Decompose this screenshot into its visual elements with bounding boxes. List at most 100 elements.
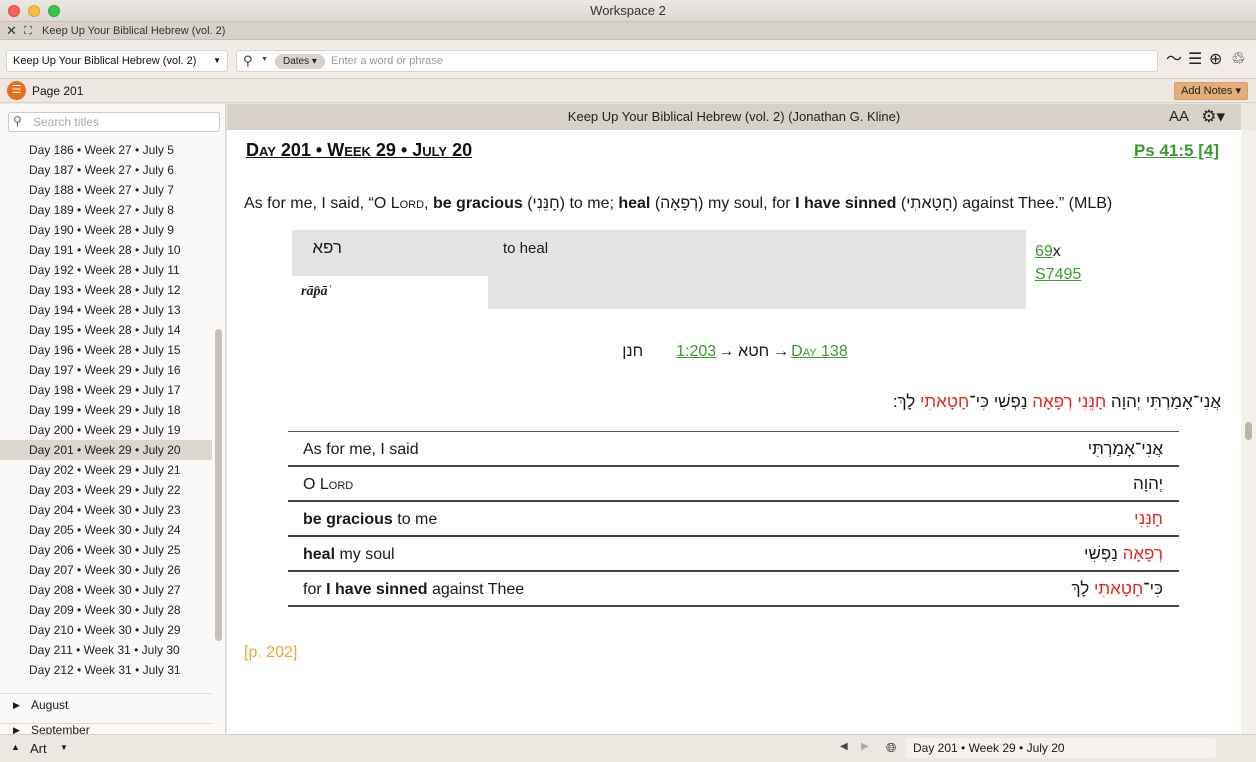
list-item[interactable]: Day 209 • Week 30 • July 28 bbox=[0, 600, 212, 620]
table-row: O Lord יְהוָה bbox=[288, 467, 1179, 502]
phrase-hebrew: חָנֵּנִי bbox=[1134, 509, 1163, 529]
list-item[interactable]: Day 190 • Week 28 • July 9 bbox=[0, 220, 212, 240]
text-size-icon[interactable]: AA bbox=[1169, 104, 1189, 130]
title-search-input[interactable] bbox=[33, 115, 213, 129]
previous-arrow-icon[interactable]: ◀ bbox=[840, 741, 848, 752]
triangle-up-icon[interactable]: ▲ bbox=[11, 742, 20, 752]
list-item[interactable]: Day 207 • Week 30 • July 26 bbox=[0, 560, 212, 580]
xref-link[interactable]: 1:203 bbox=[676, 343, 716, 360]
day-title: Day 201 • Week 29 • July 20 bbox=[246, 140, 473, 160]
close-tab-icon[interactable]: ✕ bbox=[6, 22, 17, 40]
table-of-contents-icon[interactable]: ☰ bbox=[7, 81, 26, 100]
xref-link[interactable]: Day 138 bbox=[791, 343, 848, 360]
phrase-english: for I have sinned against Thee bbox=[303, 581, 524, 599]
list-item[interactable]: Day 193 • Week 28 • July 12 bbox=[0, 280, 212, 300]
list-item[interactable]: Day 189 • Week 27 • July 8 bbox=[0, 200, 212, 220]
list-item[interactable]: Day 203 • Week 29 • July 22 bbox=[0, 480, 212, 500]
panel-selector[interactable]: Art bbox=[30, 741, 47, 756]
phrase-text: As for me, I said bbox=[303, 441, 419, 458]
search-icon[interactable]: ⚲ bbox=[243, 53, 253, 69]
phrase-table: As for me, I said אֲנִי־אָמַרְתִּי O Lor… bbox=[288, 431, 1179, 607]
month-row-august[interactable]: ▶ August bbox=[0, 693, 212, 715]
phrase-hebrew: יְהוָה bbox=[1133, 474, 1163, 494]
list-item[interactable]: Day 204 • Week 30 • July 23 bbox=[0, 500, 212, 520]
gear-icon[interactable]: ⚙▾ bbox=[1201, 104, 1225, 130]
phrase-bold: be gracious bbox=[303, 511, 393, 528]
list-item[interactable]: Day 192 • Week 28 • July 11 bbox=[0, 260, 212, 280]
list-item[interactable]: Day 202 • Week 29 • July 21 bbox=[0, 460, 212, 480]
scrollbar-thumb[interactable] bbox=[1245, 422, 1252, 440]
sidebar-scrollbar[interactable] bbox=[215, 329, 222, 641]
panel-tab-bar: ✕ ⛶ Keep Up Your Biblical Hebrew (vol. 2… bbox=[0, 22, 1256, 40]
title-search-box: ⚲ bbox=[8, 112, 220, 132]
panel-tab-title[interactable]: Keep Up Your Biblical Hebrew (vol. 2) bbox=[42, 22, 225, 40]
list-item[interactable]: Day 197 • Week 29 • July 16 bbox=[0, 360, 212, 380]
list-item[interactable]: Day 210 • Week 30 • July 29 bbox=[0, 620, 212, 640]
phrase-english: be gracious to me bbox=[303, 511, 437, 529]
table-row: be gracious to me חָנֵּנִי bbox=[288, 502, 1179, 537]
sidebar: ⚲ Day 186 • Week 27 • July 5Day 187 • We… bbox=[0, 104, 226, 734]
add-icon[interactable]: ⊕ bbox=[1209, 51, 1222, 69]
list-item[interactable]: Day 194 • Week 28 • July 13 bbox=[0, 300, 212, 320]
page-indicator: Page 201 bbox=[32, 84, 84, 98]
phrase-hebrew: אֲנִי־אָמַרְתִּי bbox=[1088, 439, 1163, 459]
list-item[interactable]: Day 186 • Week 27 • July 5 bbox=[0, 140, 212, 160]
list-item[interactable]: Day 199 • Week 29 • July 18 bbox=[0, 400, 212, 420]
window-titlebar: Workspace 2 bbox=[0, 0, 1256, 22]
list-item[interactable]: Day 211 • Week 31 • July 30 bbox=[0, 640, 212, 660]
strongs-link[interactable]: S7495 bbox=[1035, 266, 1081, 283]
reference-box[interactable]: Day 201 • Week 29 • July 20 bbox=[906, 738, 1216, 758]
list-view-icon[interactable]: ☰ bbox=[1188, 51, 1202, 69]
verse-bold: heal bbox=[618, 195, 651, 212]
page-number-marker: [p. 202] bbox=[244, 644, 298, 661]
list-item[interactable]: Day 206 • Week 30 • July 25 bbox=[0, 540, 212, 560]
list-item[interactable]: Day 198 • Week 29 • July 17 bbox=[0, 380, 212, 400]
list-item[interactable]: Day 187 • Week 27 • July 6 bbox=[0, 160, 212, 180]
search-input[interactable] bbox=[331, 53, 1131, 69]
arrow-right-icon: → bbox=[718, 343, 735, 360]
list-item[interactable]: Day 191 • Week 28 • July 10 bbox=[0, 240, 212, 260]
verse-text: (חָטָאתִי) against Thee.” (MLB) bbox=[896, 195, 1113, 212]
bottom-bar: ▲ Art ▼ ◀ ▶ 🌐︎ Day 201 • Week 29 • July … bbox=[0, 734, 1256, 762]
resource-select[interactable]: Keep Up Your Biblical Hebrew (vol. 2) ▼ bbox=[6, 50, 228, 72]
disclosure-triangle-icon[interactable]: ▶ bbox=[13, 724, 20, 734]
hebrew-verse: אֲנִי־אָמַרְתִּי יְהוָה חָנֵּנִי רְפָאָה… bbox=[893, 392, 1221, 412]
content-scrollbar[interactable] bbox=[1241, 130, 1256, 734]
toolbar: Keep Up Your Biblical Hebrew (vol. 2) ▼ … bbox=[0, 41, 1256, 79]
list-item[interactable]: Day 188 • Week 27 • July 7 bbox=[0, 180, 212, 200]
phrase-text: against Thee bbox=[427, 581, 525, 598]
lexeme-gloss: to heal bbox=[503, 240, 549, 257]
table-row: As for me, I said אֲנִי־אָמַרְתִּי bbox=[288, 432, 1179, 467]
verse-translation: As for me, I said, “O Lord, be gracious … bbox=[244, 193, 1224, 215]
next-arrow-icon[interactable]: ▶ bbox=[861, 741, 869, 752]
occurrence-count-link[interactable]: 69 bbox=[1035, 243, 1053, 260]
list-item[interactable]: Day 196 • Week 28 • July 15 bbox=[0, 340, 212, 360]
sync-icon[interactable]: ♲ bbox=[1231, 51, 1245, 69]
list-item[interactable]: Day 208 • Week 30 • July 27 bbox=[0, 580, 212, 600]
list-item[interactable]: Day 201 • Week 29 • July 20 bbox=[0, 440, 212, 460]
count-suffix: x bbox=[1052, 243, 1061, 260]
hebrew-text: נַפְשִׁי bbox=[1084, 544, 1123, 563]
search-box: ⚲ ▼ Dates ▾ bbox=[236, 50, 1158, 72]
timeline-icon[interactable]: 〜 bbox=[1166, 51, 1182, 69]
month-row-september[interactable]: ▶ September bbox=[0, 723, 212, 734]
dates-filter-button[interactable]: Dates ▾ bbox=[275, 54, 325, 69]
verse-text: As for me, I said, “O bbox=[244, 195, 391, 212]
scripture-reference-link[interactable]: Ps 41:5 [4] bbox=[1134, 141, 1219, 161]
expand-panel-icon[interactable]: ⛶ bbox=[24, 22, 32, 40]
chevron-down-icon[interactable]: ▼ bbox=[60, 743, 68, 752]
list-item[interactable]: Day 205 • Week 30 • July 24 bbox=[0, 520, 212, 540]
minimize-window-button[interactable] bbox=[28, 5, 40, 17]
add-notes-button[interactable]: Add Notes ▾ bbox=[1174, 82, 1248, 100]
chevron-down-icon[interactable]: ▼ bbox=[261, 56, 268, 63]
lexeme-stats: 69x S7495 bbox=[1035, 240, 1081, 286]
arrow-right-icon: → bbox=[773, 343, 790, 360]
list-item[interactable]: Day 200 • Week 29 • July 19 bbox=[0, 420, 212, 440]
list-item[interactable]: Day 212 • Week 31 • July 31 bbox=[0, 660, 212, 680]
close-window-button[interactable] bbox=[8, 5, 20, 17]
globe-icon[interactable]: 🌐︎ bbox=[886, 740, 896, 756]
list-item[interactable]: Day 195 • Week 28 • July 14 bbox=[0, 320, 212, 340]
zoom-window-button[interactable] bbox=[48, 5, 60, 17]
disclosure-triangle-icon[interactable]: ▶ bbox=[13, 694, 20, 716]
phrase-bold: heal bbox=[303, 546, 336, 563]
